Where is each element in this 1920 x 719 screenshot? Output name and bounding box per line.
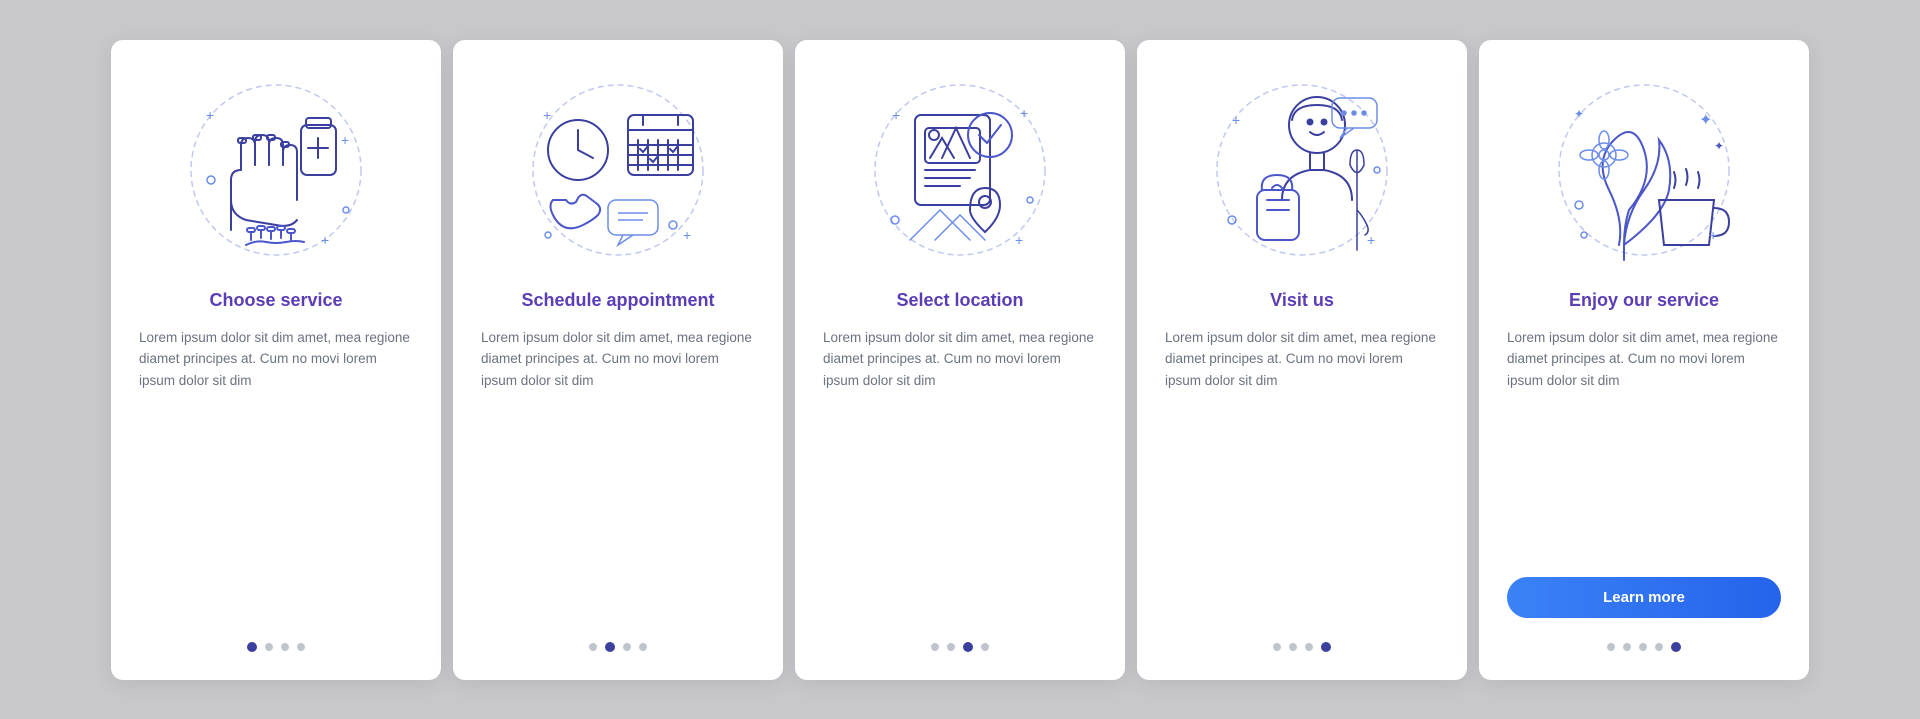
schedule-body: Lorem ipsum dolor sit dim amet, mea regi… [481,327,755,618]
dot [1623,643,1631,651]
dot [1305,643,1313,651]
svg-text:✦: ✦ [1699,112,1712,129]
dot [1289,643,1297,651]
svg-text:+: + [341,132,349,148]
cards-container: + + + Choose service Lorem ipsum dolor s… [111,40,1809,680]
visit-body: Lorem ipsum dolor sit dim amet, mea regi… [1165,327,1439,618]
dot-active [1321,642,1331,652]
schedule-dots [589,642,647,652]
location-title: Select location [896,290,1023,311]
enjoy-dots [1607,642,1681,652]
svg-text:+: + [683,227,691,243]
card-enjoy-service: ✦ ✦ ✦ + Enjoy our service Lorem ipsum do… [1479,40,1809,680]
location-dots [931,642,989,652]
visit-illustration: + + [1202,70,1402,270]
card-visit-us: + + Visit us Lorem ipsum dolor sit dim a… [1137,40,1467,680]
dot [265,643,273,651]
dot-active [605,642,615,652]
location-body: Lorem ipsum dolor sit dim amet, mea regi… [823,327,1097,618]
card-schedule-appointment: + + Schedule appointment Lorem ipsum dol… [453,40,783,680]
dot-active [247,642,257,652]
visit-title: Visit us [1270,290,1334,311]
visit-dots [1273,642,1331,652]
card-choose-service: + + + Choose service Lorem ipsum dolor s… [111,40,441,680]
dot [639,643,647,651]
choose-service-title: Choose service [209,290,342,311]
svg-text:+: + [1015,232,1023,248]
dot [281,643,289,651]
svg-text:+: + [1020,105,1028,121]
dot [931,643,939,651]
enjoy-title: Enjoy our service [1569,290,1719,311]
dot [981,643,989,651]
dot [947,643,955,651]
schedule-title: Schedule appointment [521,290,714,311]
dot [297,643,305,651]
svg-text:✦: ✦ [1574,107,1584,121]
dot [1273,643,1281,651]
learn-more-button[interactable]: Learn more [1507,577,1781,618]
card-select-location: + + + Select location Lorem ipsum dolor … [795,40,1125,680]
svg-text:+: + [892,107,900,123]
svg-text:+: + [321,232,329,248]
choose-service-body: Lorem ipsum dolor sit dim amet, mea regi… [139,327,413,618]
svg-text:+: + [543,107,551,123]
svg-text:+: + [1709,227,1717,243]
enjoy-body: Lorem ipsum dolor sit dim amet, mea regi… [1507,327,1781,561]
dot-active [1671,642,1681,652]
svg-text:✦: ✦ [1714,139,1724,153]
svg-text:+: + [206,107,214,123]
dot [623,643,631,651]
dot [1655,643,1663,651]
choose-service-dots [247,642,305,652]
dot [1639,643,1647,651]
dot-active [963,642,973,652]
dot [589,643,597,651]
location-illustration: + + + [860,70,1060,270]
svg-text:+: + [1367,232,1375,248]
svg-text:+: + [1232,112,1240,128]
dot [1607,643,1615,651]
choose-service-illustration: + + + [176,70,376,270]
enjoy-illustration: ✦ ✦ ✦ + [1544,70,1744,270]
schedule-illustration: + + [518,70,718,270]
